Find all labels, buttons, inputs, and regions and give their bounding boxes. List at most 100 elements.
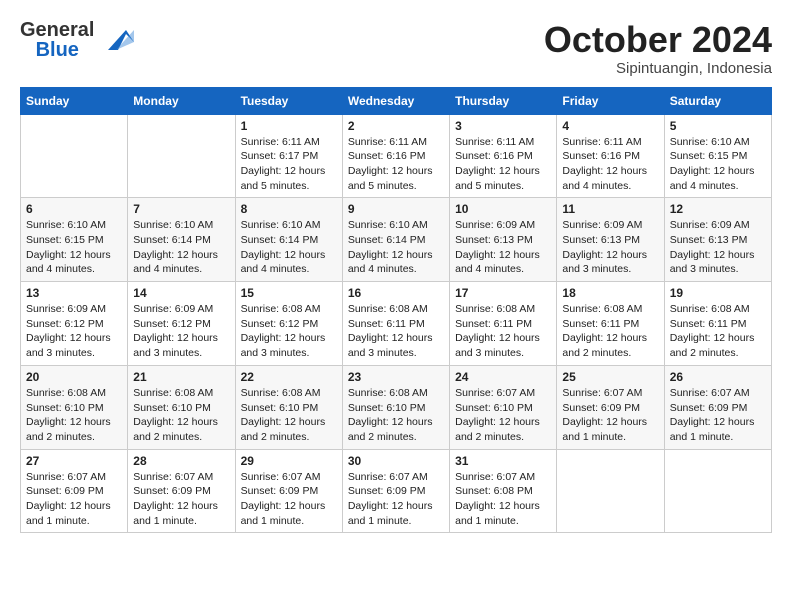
logo-blue: Blue: [36, 40, 79, 60]
day-number: 2: [348, 119, 444, 133]
calendar-cell: 13Sunrise: 6:09 AM Sunset: 6:12 PM Dayli…: [21, 282, 128, 366]
calendar-cell: 14 Sunrise: 6:09 AM Sunset: 6:12 PM Dayli…: [128, 282, 235, 366]
calendar-cell: 29Sunrise: 6:07 AM Sunset: 6:09 PM Dayli…: [235, 449, 342, 533]
calendar-cell: 1Sunrise: 6:11 AM Sunset: 6:17 PM Daylig…: [235, 114, 342, 198]
page-header: General Blue October 2024 Sipintuangin, …: [20, 20, 772, 77]
day-number: 19: [670, 286, 766, 300]
day-info: Sunrise: 6:09 AM Sunset: 6:13 PM Dayligh…: [670, 218, 766, 277]
calendar-cell: 28 Sunrise: 6:07 AM Sunset: 6:09 PM Dayli…: [128, 449, 235, 533]
day-header-thursday: Thursday: [450, 87, 557, 114]
day-number: 23: [348, 370, 444, 384]
day-info: Sunrise: 6:08 AM Sunset: 6:12 PM Dayligh…: [241, 302, 337, 361]
day-number: 22: [241, 370, 337, 384]
day-info: Sunrise: 6:07 AM Sunset: 6:08 PM Dayligh…: [455, 470, 551, 529]
day-number: 7: [133, 202, 229, 216]
day-number: 20: [26, 370, 122, 384]
day-number: 9: [348, 202, 444, 216]
day-number: 18: [562, 286, 658, 300]
day-number: 21: [133, 370, 229, 384]
day-info: Sunrise: 6:08 AM Sunset: 6:10 PM Dayligh…: [133, 386, 229, 445]
day-number: 4: [562, 119, 658, 133]
day-info: Sunrise: 6:08 AM Sunset: 6:11 PM Dayligh…: [455, 302, 551, 361]
day-number: 15: [241, 286, 337, 300]
week-row-4: 20 Sunrise: 6:08 AM Sunset: 6:10 PM Dayli…: [21, 365, 772, 449]
day-number: 17: [455, 286, 551, 300]
day-info: Sunrise: 6:11 AM Sunset: 6:17 PM Dayligh…: [241, 135, 337, 194]
logo-general: General: [20, 20, 94, 40]
day-info: Sunrise: 6:10 AM Sunset: 6:15 PM Dayligh…: [26, 218, 122, 277]
month-title: October 2024: [544, 20, 772, 60]
calendar-cell: 20Sunrise: 6:08 AM Sunset: 6:10 PM Dayli…: [21, 365, 128, 449]
day-info: Sunrise: 6:11 AM Sunset: 6:16 PM Dayligh…: [455, 135, 551, 194]
logo-icon: [98, 22, 134, 58]
calendar-cell: 25Sunrise: 6:07 AM Sunset: 6:09 PM Dayli…: [557, 365, 664, 449]
calendar-table: SundayMondayTuesdayWednesdayThursdayFrid…: [20, 87, 772, 534]
calendar-cell: 21 Sunrise: 6:08 AM Sunset: 6:10 PM Dayli…: [128, 365, 235, 449]
calendar-cell: 31 Sunrise: 6:07 AM Sunset: 6:08 PM Dayli…: [450, 449, 557, 533]
day-number: 5: [670, 119, 766, 133]
day-number: 31: [455, 454, 551, 468]
day-info: Sunrise: 6:11 AM Sunset: 6:16 PM Dayligh…: [562, 135, 658, 194]
day-header-monday: Monday: [128, 87, 235, 114]
day-number: 14: [133, 286, 229, 300]
day-header-tuesday: Tuesday: [235, 87, 342, 114]
calendar-cell: 8 Sunrise: 6:10 AM Sunset: 6:14 PM Daylig…: [235, 198, 342, 282]
day-info: Sunrise: 6:08 AM Sunset: 6:11 PM Dayligh…: [562, 302, 658, 361]
title-block: October 2024 Sipintuangin, Indonesia: [544, 20, 772, 77]
day-number: 27: [26, 454, 122, 468]
day-info: Sunrise: 6:10 AM Sunset: 6:15 PM Dayligh…: [670, 135, 766, 194]
logo: General Blue: [20, 20, 134, 60]
day-info: Sunrise: 6:11 AM Sunset: 6:16 PM Dayligh…: [348, 135, 444, 194]
calendar-cell: 27 Sunrise: 6:07 AM Sunset: 6:09 PM Dayli…: [21, 449, 128, 533]
day-number: 10: [455, 202, 551, 216]
calendar-cell: 2 Sunrise: 6:11 AM Sunset: 6:16 PM Daylig…: [342, 114, 449, 198]
calendar-cell: 3 Sunrise: 6:11 AM Sunset: 6:16 PM Daylig…: [450, 114, 557, 198]
day-info: Sunrise: 6:10 AM Sunset: 6:14 PM Dayligh…: [133, 218, 229, 277]
calendar-cell: 12 Sunrise: 6:09 AM Sunset: 6:13 PM Dayli…: [664, 198, 771, 282]
day-number: 26: [670, 370, 766, 384]
day-number: 24: [455, 370, 551, 384]
day-info: Sunrise: 6:07 AM Sunset: 6:09 PM Dayligh…: [26, 470, 122, 529]
calendar-cell: 4 Sunrise: 6:11 AM Sunset: 6:16 PM Daylig…: [557, 114, 664, 198]
day-info: Sunrise: 6:09 AM Sunset: 6:12 PM Dayligh…: [133, 302, 229, 361]
calendar-cell: 24Sunrise: 6:07 AM Sunset: 6:10 PM Dayli…: [450, 365, 557, 449]
day-info: Sunrise: 6:07 AM Sunset: 6:09 PM Dayligh…: [562, 386, 658, 445]
calendar-cell: [21, 114, 128, 198]
calendar-cell: 15 Sunrise: 6:08 AM Sunset: 6:12 PM Dayli…: [235, 282, 342, 366]
day-info: Sunrise: 6:07 AM Sunset: 6:09 PM Dayligh…: [133, 470, 229, 529]
day-number: 16: [348, 286, 444, 300]
calendar-cell: 9 Sunrise: 6:10 AM Sunset: 6:14 PM Daylig…: [342, 198, 449, 282]
day-info: Sunrise: 6:08 AM Sunset: 6:10 PM Dayligh…: [241, 386, 337, 445]
day-info: Sunrise: 6:08 AM Sunset: 6:11 PM Dayligh…: [670, 302, 766, 361]
calendar-cell: 10 Sunrise: 6:09 AM Sunset: 6:13 PM Dayli…: [450, 198, 557, 282]
day-info: Sunrise: 6:10 AM Sunset: 6:14 PM Dayligh…: [241, 218, 337, 277]
day-number: 28: [133, 454, 229, 468]
day-header-saturday: Saturday: [664, 87, 771, 114]
calendar-cell: 26 Sunrise: 6:07 AM Sunset: 6:09 PM Dayli…: [664, 365, 771, 449]
day-header-sunday: Sunday: [21, 87, 128, 114]
calendar-header-row: SundayMondayTuesdayWednesdayThursdayFrid…: [21, 87, 772, 114]
week-row-3: 13Sunrise: 6:09 AM Sunset: 6:12 PM Dayli…: [21, 282, 772, 366]
calendar-cell: 23 Sunrise: 6:08 AM Sunset: 6:10 PM Dayli…: [342, 365, 449, 449]
day-number: 12: [670, 202, 766, 216]
day-number: 8: [241, 202, 337, 216]
day-info: Sunrise: 6:07 AM Sunset: 6:09 PM Dayligh…: [670, 386, 766, 445]
day-info: Sunrise: 6:07 AM Sunset: 6:09 PM Dayligh…: [348, 470, 444, 529]
day-info: Sunrise: 6:09 AM Sunset: 6:13 PM Dayligh…: [455, 218, 551, 277]
calendar-cell: [128, 114, 235, 198]
location: Sipintuangin, Indonesia: [544, 60, 772, 77]
calendar-cell: [557, 449, 664, 533]
day-number: 30: [348, 454, 444, 468]
day-info: Sunrise: 6:08 AM Sunset: 6:10 PM Dayligh…: [348, 386, 444, 445]
day-number: 11: [562, 202, 658, 216]
day-number: 3: [455, 119, 551, 133]
day-info: Sunrise: 6:10 AM Sunset: 6:14 PM Dayligh…: [348, 218, 444, 277]
day-info: Sunrise: 6:09 AM Sunset: 6:13 PM Dayligh…: [562, 218, 658, 277]
calendar-cell: 5 Sunrise: 6:10 AM Sunset: 6:15 PM Daylig…: [664, 114, 771, 198]
calendar-cell: [664, 449, 771, 533]
calendar-cell: 16Sunrise: 6:08 AM Sunset: 6:11 PM Dayli…: [342, 282, 449, 366]
calendar-cell: 7 Sunrise: 6:10 AM Sunset: 6:14 PM Daylig…: [128, 198, 235, 282]
week-row-2: 6 Sunrise: 6:10 AM Sunset: 6:15 PM Daylig…: [21, 198, 772, 282]
week-row-5: 27 Sunrise: 6:07 AM Sunset: 6:09 PM Dayli…: [21, 449, 772, 533]
day-number: 6: [26, 202, 122, 216]
